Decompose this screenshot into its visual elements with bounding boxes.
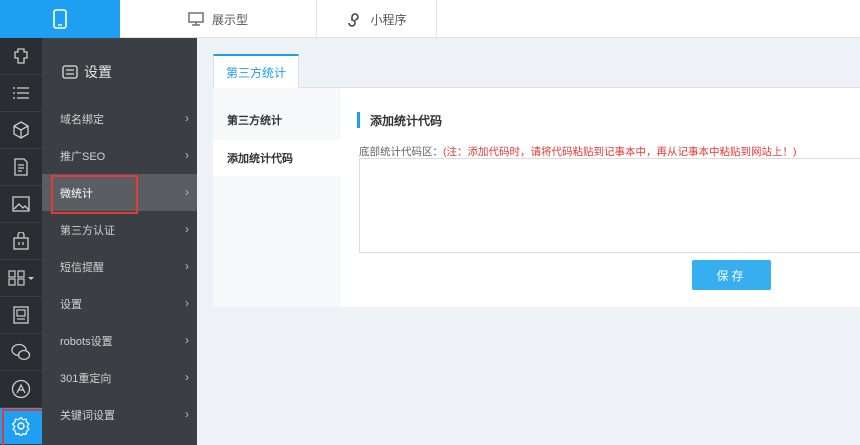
menu-item-keywords[interactable]: 关键词设置 › (42, 396, 197, 433)
menu-item-label: 短信提醒 (60, 261, 104, 274)
add-code-panel: 添加统计代码 底部统计代码区：(注：添加代码时，请将代码粘贴到记事本中，再从记事… (341, 88, 860, 307)
menu-item-label: robots设置 (60, 335, 113, 348)
rail-item-shop[interactable] (0, 223, 42, 260)
menu-item-domain-binding[interactable]: 域名绑定 › (42, 100, 197, 137)
menu-item-third-party-auth[interactable]: 第三方认证 › (42, 211, 197, 248)
tab-third-party-stats[interactable]: 第三方统计 (213, 54, 299, 89)
chevron-right-icon: › (185, 148, 189, 162)
settings-panel-icon (62, 65, 78, 79)
menu-item-sms-alert[interactable]: 短信提醒 › (42, 248, 197, 285)
settings-submenu: 设置 域名绑定 › 推广SEO › 微统计 › 第三方认证 › 短信提醒 › 设置 › ro… (42, 38, 197, 445)
rail-item-appstore[interactable] (0, 371, 42, 408)
list-icon (13, 87, 29, 99)
tab-mini-program-label: 小程序 (370, 12, 407, 27)
chevron-right-icon: › (185, 370, 189, 384)
menu-item-robots[interactable]: robots设置 › (42, 322, 197, 359)
tab-display-type-label: 展示型 (211, 12, 248, 27)
chevron-right-icon: › (185, 296, 189, 310)
menu-item-label: 关键词设置 (60, 409, 115, 422)
menu-item-seo[interactable]: 推广SEO › (42, 137, 197, 174)
subnav-add-code[interactable]: 添加统计代码 (213, 140, 341, 176)
field-note: (注：添加代码时，请将代码粘贴到记事本中，再从记事本中粘贴到网站上！) (443, 146, 797, 158)
chevron-right-icon: › (185, 111, 189, 125)
monitor-icon (188, 12, 204, 26)
tab-bar: 第三方统计 (213, 54, 860, 89)
menu-item-label: 301重定向 (60, 372, 112, 385)
rail-item-products[interactable] (0, 112, 42, 149)
subnav-third-party-stats[interactable]: 第三方统计 (213, 102, 341, 138)
rail-item-forms[interactable] (0, 297, 42, 334)
puzzle-icon (14, 48, 28, 64)
menu-item-301-redirect[interactable]: 301重定向 › (42, 359, 197, 396)
menu-item-settings[interactable]: 设置 › (42, 285, 197, 322)
stats-subnav: 第三方统计 添加统计代码 (213, 88, 341, 307)
menu-item-micro-stats[interactable]: 微统计 › (42, 174, 197, 214)
rail-item-settings[interactable] (0, 408, 44, 445)
chevron-right-icon: › (185, 407, 189, 421)
app-store-icon (11, 379, 31, 399)
chevron-right-icon: › (185, 185, 189, 199)
submenu-title: 设置 (62, 62, 112, 82)
field-label-text: 底部统计代码区： (359, 146, 443, 158)
document-icon (14, 158, 28, 176)
menu-item-label: 推广SEO (60, 150, 106, 163)
main-content: 第三方统计 第三方统计 添加统计代码 添加统计代码 底部统计代码区：(注：添加代… (197, 38, 860, 445)
section-title: 添加统计代码 (357, 112, 442, 128)
chevron-right-icon: › (185, 259, 189, 273)
apps-grid-icon (8, 270, 34, 286)
top-bar: 展示型 小程序 (0, 0, 860, 38)
menu-item-label: 第三方认证 (60, 224, 115, 237)
mini-program-icon (348, 13, 360, 27)
chevron-right-icon: › (185, 222, 189, 236)
menu-item-label: 微统计 (60, 187, 93, 200)
stats-code-input[interactable] (359, 158, 860, 253)
chevron-right-icon: › (185, 333, 189, 347)
mobile-phone-icon (53, 9, 67, 29)
rail-item-articles[interactable] (0, 149, 42, 186)
wechat-icon (11, 343, 31, 361)
image-icon (12, 196, 30, 212)
menu-item-label: 设置 (60, 298, 82, 311)
rail-item-apps[interactable] (0, 260, 42, 297)
shopping-bag-icon (13, 232, 29, 250)
settings-icon (11, 416, 30, 436)
field-label: 底部统计代码区：(注：添加代码时，请将代码粘贴到记事本中，再从记事本中粘贴到网站… (359, 144, 797, 159)
tab-mini-program[interactable]: 小程序 (317, 0, 437, 38)
cube-icon (13, 121, 29, 139)
rail-item-gallery[interactable] (0, 186, 42, 223)
menu-item-label: 域名绑定 (60, 113, 104, 126)
tab-display-type[interactable]: 展示型 (120, 0, 317, 38)
submenu-title-label: 设置 (84, 64, 112, 80)
rail-item-plugins[interactable] (0, 38, 42, 75)
form-icon (13, 306, 29, 324)
save-button[interactable]: 保存 (692, 260, 771, 290)
rail-item-list[interactable] (0, 75, 42, 112)
icon-rail (0, 38, 44, 445)
mobile-mode-button[interactable] (0, 0, 120, 38)
rail-item-wechat[interactable] (0, 334, 42, 371)
